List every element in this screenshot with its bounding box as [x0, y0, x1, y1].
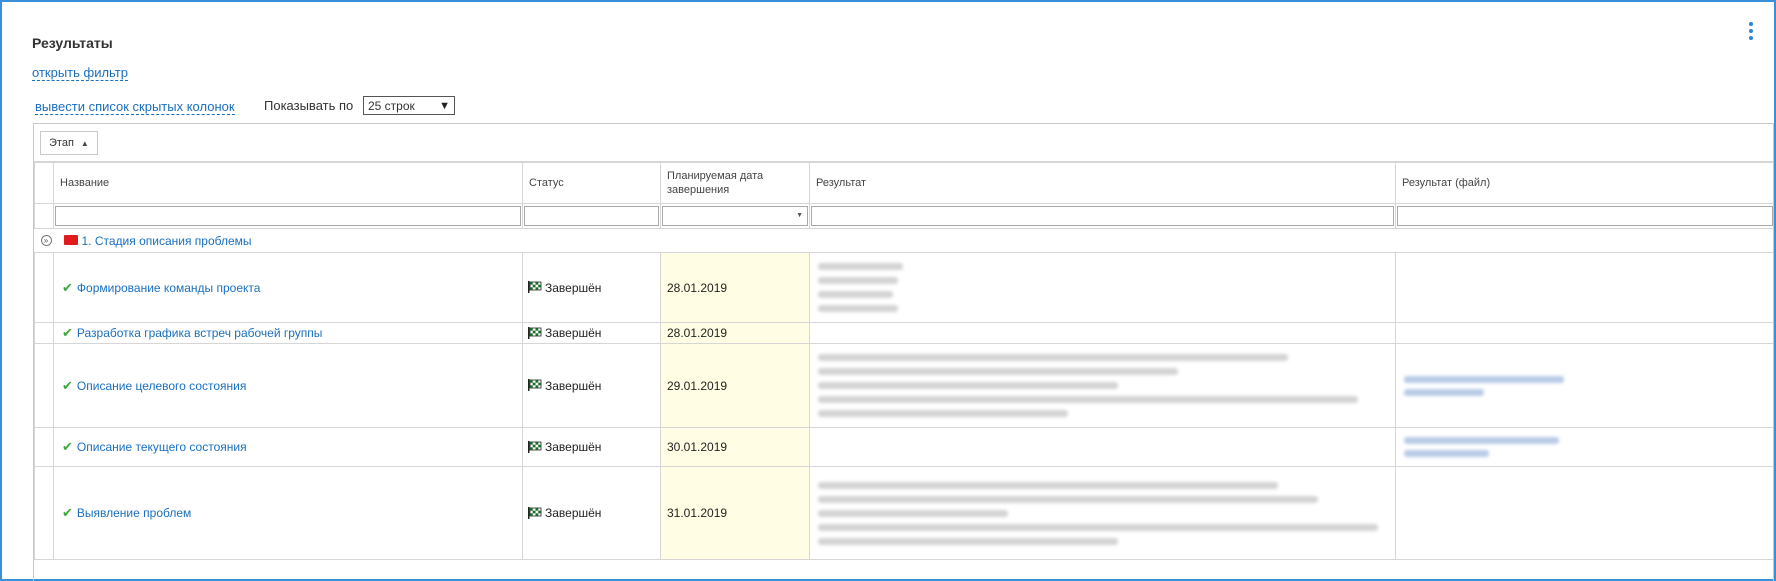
- pager-label: Показывать по: [264, 98, 354, 113]
- status-text: Завершён: [545, 506, 602, 520]
- table-row: ✔ Формирование команды проекта Завершён 2…: [34, 252, 1773, 323]
- rows-per-page-select[interactable]: 25 строк ▼: [363, 96, 455, 115]
- more-vertical-icon[interactable]: [1748, 22, 1754, 40]
- filter-row: ▼: [34, 203, 1773, 229]
- result-file-cell: [1395, 466, 1773, 560]
- filter-name-input[interactable]: [55, 206, 521, 226]
- chevron-down-icon: ▼: [439, 99, 450, 112]
- check-icon: ✔: [62, 439, 73, 454]
- results-table: Название Статус Планируемая дата заверше…: [34, 162, 1773, 560]
- status-text: Завершён: [545, 378, 602, 393]
- planned-date: 28.01.2019: [660, 322, 810, 344]
- planned-date: 29.01.2019: [660, 343, 810, 428]
- col-header-name[interactable]: Название: [53, 162, 523, 204]
- finish-flag-icon: [528, 326, 542, 339]
- task-link[interactable]: Описание текущего состояния: [77, 440, 247, 454]
- check-icon: ✔: [62, 377, 73, 393]
- col-header-result-file[interactable]: Результат (файл): [1395, 162, 1773, 204]
- result-cell: [809, 466, 1396, 560]
- group-by-label: Этап: [49, 137, 74, 149]
- results-panel: Результаты открыть фильтр вывести список…: [0, 0, 1776, 581]
- group-label[interactable]: 1. Стадия описания проблемы: [82, 234, 252, 248]
- finish-flag-icon: [528, 506, 542, 519]
- task-link[interactable]: Описание целевого состояния: [77, 379, 246, 393]
- results-grid: Этап ▲ Название Статус Планируемая дата …: [33, 123, 1774, 581]
- col-expander: [34, 162, 54, 204]
- filter-result-file-input[interactable]: [1397, 206, 1773, 226]
- filter-result-input[interactable]: [811, 206, 1394, 226]
- check-icon: ✔: [62, 325, 73, 340]
- rows-per-page-value: 25 строк: [368, 98, 415, 113]
- status-text: Завершён: [545, 326, 602, 340]
- task-link[interactable]: Разработка графика встреч рабочей группы: [77, 326, 323, 340]
- folder-icon: [63, 234, 78, 245]
- status-text: Завершён: [545, 440, 602, 454]
- col-header-status[interactable]: Статус: [522, 162, 661, 204]
- planned-date: 30.01.2019: [660, 427, 810, 467]
- filter-status-input[interactable]: [524, 206, 659, 226]
- header-row: Название Статус Планируемая дата заверше…: [34, 162, 1773, 204]
- finish-flag-icon: [528, 440, 542, 453]
- finish-flag-icon: [528, 379, 542, 392]
- planned-date: 31.01.2019: [660, 466, 810, 560]
- hidden-columns-link[interactable]: вывести список скрытых колонок: [35, 99, 235, 115]
- chevron-down-icon: ▼: [796, 212, 803, 219]
- result-cell: [809, 252, 1396, 323]
- finish-flag-icon: [528, 281, 542, 294]
- result-cell: [809, 343, 1396, 428]
- table-row: ✔ Выявление проблем Завершён 31.01.2019: [34, 466, 1773, 560]
- filter-date-input[interactable]: ▼: [662, 206, 808, 226]
- table-row: ✔ Разработка графика встреч рабочей групп…: [34, 322, 1773, 344]
- grouping-bar: Этап ▲: [34, 124, 1773, 162]
- col-header-planned-date[interactable]: Планируемая дата завершения: [660, 162, 810, 204]
- col-header-result[interactable]: Результат: [809, 162, 1396, 204]
- group-row: » 1. Стадия описания проблемы: [34, 228, 1773, 253]
- task-link[interactable]: Формирование команды проекта: [77, 281, 261, 295]
- result-cell: [809, 322, 1396, 344]
- table-row: ✔ Описание текущего состояния Завершён 30…: [34, 427, 1773, 467]
- table-row: ✔ Описание целевого состояния Завершён 29…: [34, 343, 1773, 428]
- sort-asc-icon: ▲: [80, 138, 89, 148]
- result-cell: [809, 427, 1396, 467]
- check-icon: ✔: [62, 279, 73, 295]
- panel-title: Результаты: [32, 35, 113, 51]
- result-file-cell: [1395, 343, 1773, 428]
- status-text: Завершён: [545, 280, 602, 295]
- group-by-stage-button[interactable]: Этап ▲: [40, 131, 98, 155]
- task-link[interactable]: Выявление проблем: [77, 506, 191, 520]
- check-icon: ✔: [62, 505, 73, 520]
- result-file-cell: [1395, 322, 1773, 344]
- result-file-cell: [1395, 252, 1773, 323]
- result-file-cell: [1395, 427, 1773, 467]
- collapse-circle-icon[interactable]: »: [40, 235, 52, 246]
- open-filter-link[interactable]: открыть фильтр: [32, 65, 128, 81]
- planned-date: 28.01.2019: [660, 252, 810, 323]
